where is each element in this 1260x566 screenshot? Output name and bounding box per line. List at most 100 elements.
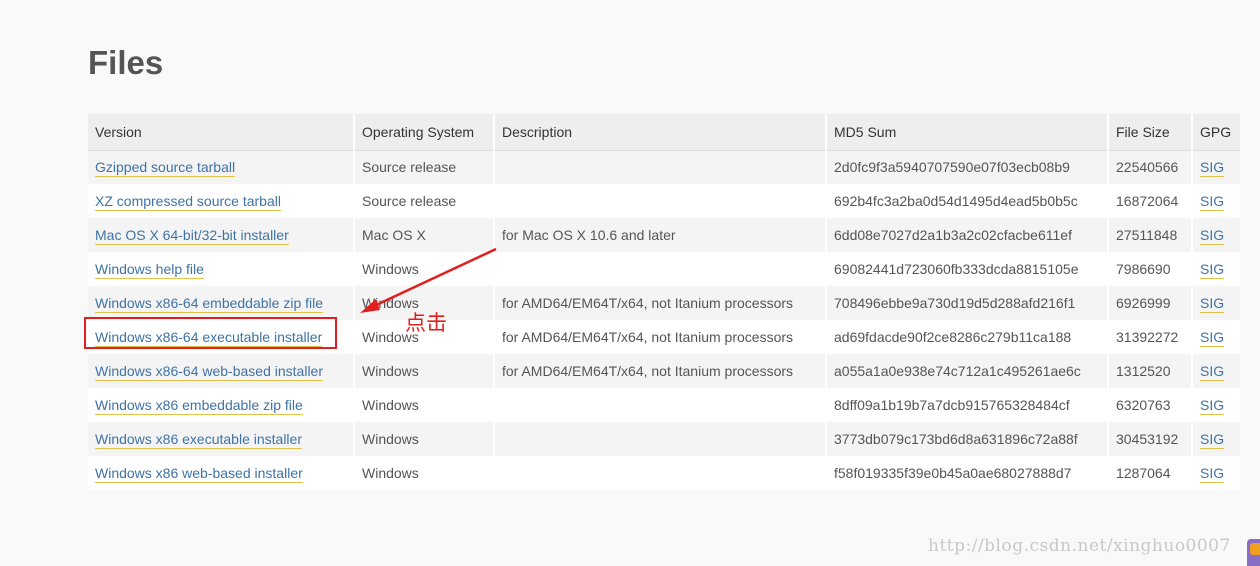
version-link[interactable]: Windows x86 web-based installer	[95, 465, 303, 483]
version-cell: Mac OS X 64-bit/32-bit installer	[88, 218, 355, 252]
md5-cell: f58f019335f39e0b45a0ae68027888d7	[826, 456, 1109, 490]
gpg-cell: SIG	[1192, 184, 1240, 218]
os-cell: Source release	[354, 184, 495, 218]
version-cell: Windows x86 web-based installer	[88, 456, 355, 490]
gpg-cell: SIG	[1192, 218, 1240, 252]
md5-cell: a055a1a0e938e74c712a1c495261ae6c	[826, 354, 1109, 388]
file-size-cell: 22540566	[1108, 150, 1193, 184]
section-title: Files	[88, 44, 164, 81]
version-cell: Windows x86-64 executable installer	[88, 320, 355, 354]
version-cell: Windows x86 embeddable zip file	[88, 388, 355, 422]
version-link[interactable]: Windows help file	[95, 261, 204, 279]
header-gpg: GPG	[1192, 114, 1240, 151]
corner-badge-icon[interactable]	[1247, 539, 1260, 566]
version-link[interactable]: Windows x86-64 web-based installer	[95, 363, 323, 381]
sig-link[interactable]: SIG	[1200, 159, 1225, 178]
gpg-cell: SIG	[1192, 150, 1240, 184]
table-row: Windows x86 embeddable zip file Windows …	[88, 388, 1240, 422]
table-row: Windows x86 executable installer Windows…	[88, 422, 1240, 456]
sig-link[interactable]: SIG	[1200, 329, 1225, 347]
version-link[interactable]: XZ compressed source tarball	[95, 193, 281, 211]
gpg-cell: SIG	[1192, 422, 1240, 456]
version-cell: Windows x86-64 web-based installer	[88, 354, 355, 388]
md5-cell: 6dd08e7027d2a1b3a2c02cfacbe611ef	[826, 218, 1109, 252]
file-size-cell: 30453192	[1108, 422, 1193, 456]
files-table: Version Operating System Description MD5…	[88, 114, 1240, 490]
watermark-text: http://blog.csdn.net/xinghuo0007	[928, 536, 1231, 556]
os-cell: Mac OS X	[354, 218, 495, 252]
table-row: Gzipped source tarball Source release 2d…	[88, 150, 1240, 184]
sig-link[interactable]: SIG	[1200, 193, 1225, 211]
version-cell: Windows help file	[88, 252, 355, 286]
header-md5-sum: MD5 Sum	[826, 114, 1109, 151]
version-link[interactable]: Windows x86-64 executable installer	[95, 329, 323, 347]
description-cell	[494, 150, 827, 184]
table-row: Windows x86-64 embeddable zip file Windo…	[88, 286, 1240, 320]
file-size-cell: 31392272	[1108, 320, 1193, 354]
description-cell	[494, 252, 827, 286]
files-table-body: Gzipped source tarball Source release 2d…	[88, 150, 1240, 490]
gpg-cell: SIG	[1192, 456, 1240, 490]
header-file-size: File Size	[1108, 114, 1193, 151]
version-link[interactable]: Windows x86-64 embeddable zip file	[95, 295, 324, 313]
md5-cell: ad69fdacde90f2ce8286c279b11ca188	[826, 320, 1109, 354]
version-link[interactable]: Mac OS X 64-bit/32-bit installer	[95, 227, 289, 245]
annotation-text: 点击	[405, 311, 447, 335]
header-description: Description	[494, 114, 827, 151]
gpg-cell: SIG	[1192, 388, 1240, 422]
sig-link[interactable]: SIG	[1200, 465, 1225, 483]
version-cell: Windows x86 executable installer	[88, 422, 355, 456]
description-cell	[494, 388, 827, 422]
file-size-cell: 6320763	[1108, 388, 1193, 422]
description-cell: for Mac OS X 10.6 and later	[494, 218, 827, 252]
os-cell: Source release	[354, 150, 495, 184]
description-cell: for AMD64/EM64T/x64, not Itanium process…	[494, 320, 827, 354]
file-size-cell: 27511848	[1108, 218, 1193, 252]
md5-cell: 708496ebbe9a730d19d5d288afd216f1	[826, 286, 1109, 320]
description-cell	[494, 184, 827, 218]
gpg-cell: SIG	[1192, 286, 1240, 320]
file-size-cell: 7986690	[1108, 252, 1193, 286]
file-size-cell: 16872064	[1108, 184, 1193, 218]
version-link[interactable]: Windows x86 executable installer	[95, 431, 302, 449]
sig-link[interactable]: SIG	[1200, 397, 1225, 415]
version-cell: Gzipped source tarball	[88, 150, 355, 184]
page: Files Version Operating System Descripti…	[0, 0, 1260, 566]
os-cell: Windows	[354, 422, 495, 456]
md5-cell: 69082441d723060fb333dcda8815105e	[826, 252, 1109, 286]
sig-link[interactable]: SIG	[1200, 227, 1225, 245]
description-cell: for AMD64/EM64T/x64, not Itanium process…	[494, 354, 827, 388]
description-cell	[494, 456, 827, 490]
gpg-cell: SIG	[1192, 354, 1240, 388]
os-cell: Windows	[354, 252, 495, 286]
table-header-row: Version Operating System Description MD5…	[88, 114, 1240, 151]
os-cell: Windows	[354, 456, 495, 490]
file-size-cell: 6926999	[1108, 286, 1193, 320]
sig-link[interactable]: SIG	[1200, 363, 1225, 381]
os-cell: Windows	[354, 354, 495, 388]
description-cell: for AMD64/EM64T/x64, not Itanium process…	[494, 286, 827, 320]
sig-link[interactable]: SIG	[1200, 431, 1225, 449]
gpg-cell: SIG	[1192, 320, 1240, 354]
header-operating-system: Operating System	[354, 114, 495, 151]
version-cell: XZ compressed source tarball	[88, 184, 355, 218]
version-link[interactable]: Windows x86 embeddable zip file	[95, 397, 303, 415]
table-row: XZ compressed source tarball Source rele…	[88, 184, 1240, 218]
gpg-cell: SIG	[1192, 252, 1240, 286]
description-cell	[494, 422, 827, 456]
table-row: Windows x86 web-based installer Windows …	[88, 456, 1240, 490]
md5-cell: 692b4fc3a2ba0d54d1495d4ead5b0b5c	[826, 184, 1109, 218]
md5-cell: 3773db079c173bd6d8a631896c72a88f	[826, 422, 1109, 456]
version-cell: Windows x86-64 embeddable zip file	[88, 286, 355, 320]
sig-link[interactable]: SIG	[1200, 261, 1225, 279]
table-row: Windows help file Windows 69082441d72306…	[88, 252, 1240, 286]
table-row: Windows x86-64 executable installer Wind…	[88, 320, 1240, 354]
version-link[interactable]: Gzipped source tarball	[95, 159, 236, 178]
sig-link[interactable]: SIG	[1200, 295, 1225, 313]
corner-badge-inner	[1250, 543, 1260, 555]
file-size-cell: 1287064	[1108, 456, 1193, 490]
header-version: Version	[88, 114, 355, 151]
table-row: Windows x86-64 web-based installer Windo…	[88, 354, 1240, 388]
os-cell: Windows	[354, 388, 495, 422]
md5-cell: 8dff09a1b19b7a7dcb915765328484cf	[826, 388, 1109, 422]
